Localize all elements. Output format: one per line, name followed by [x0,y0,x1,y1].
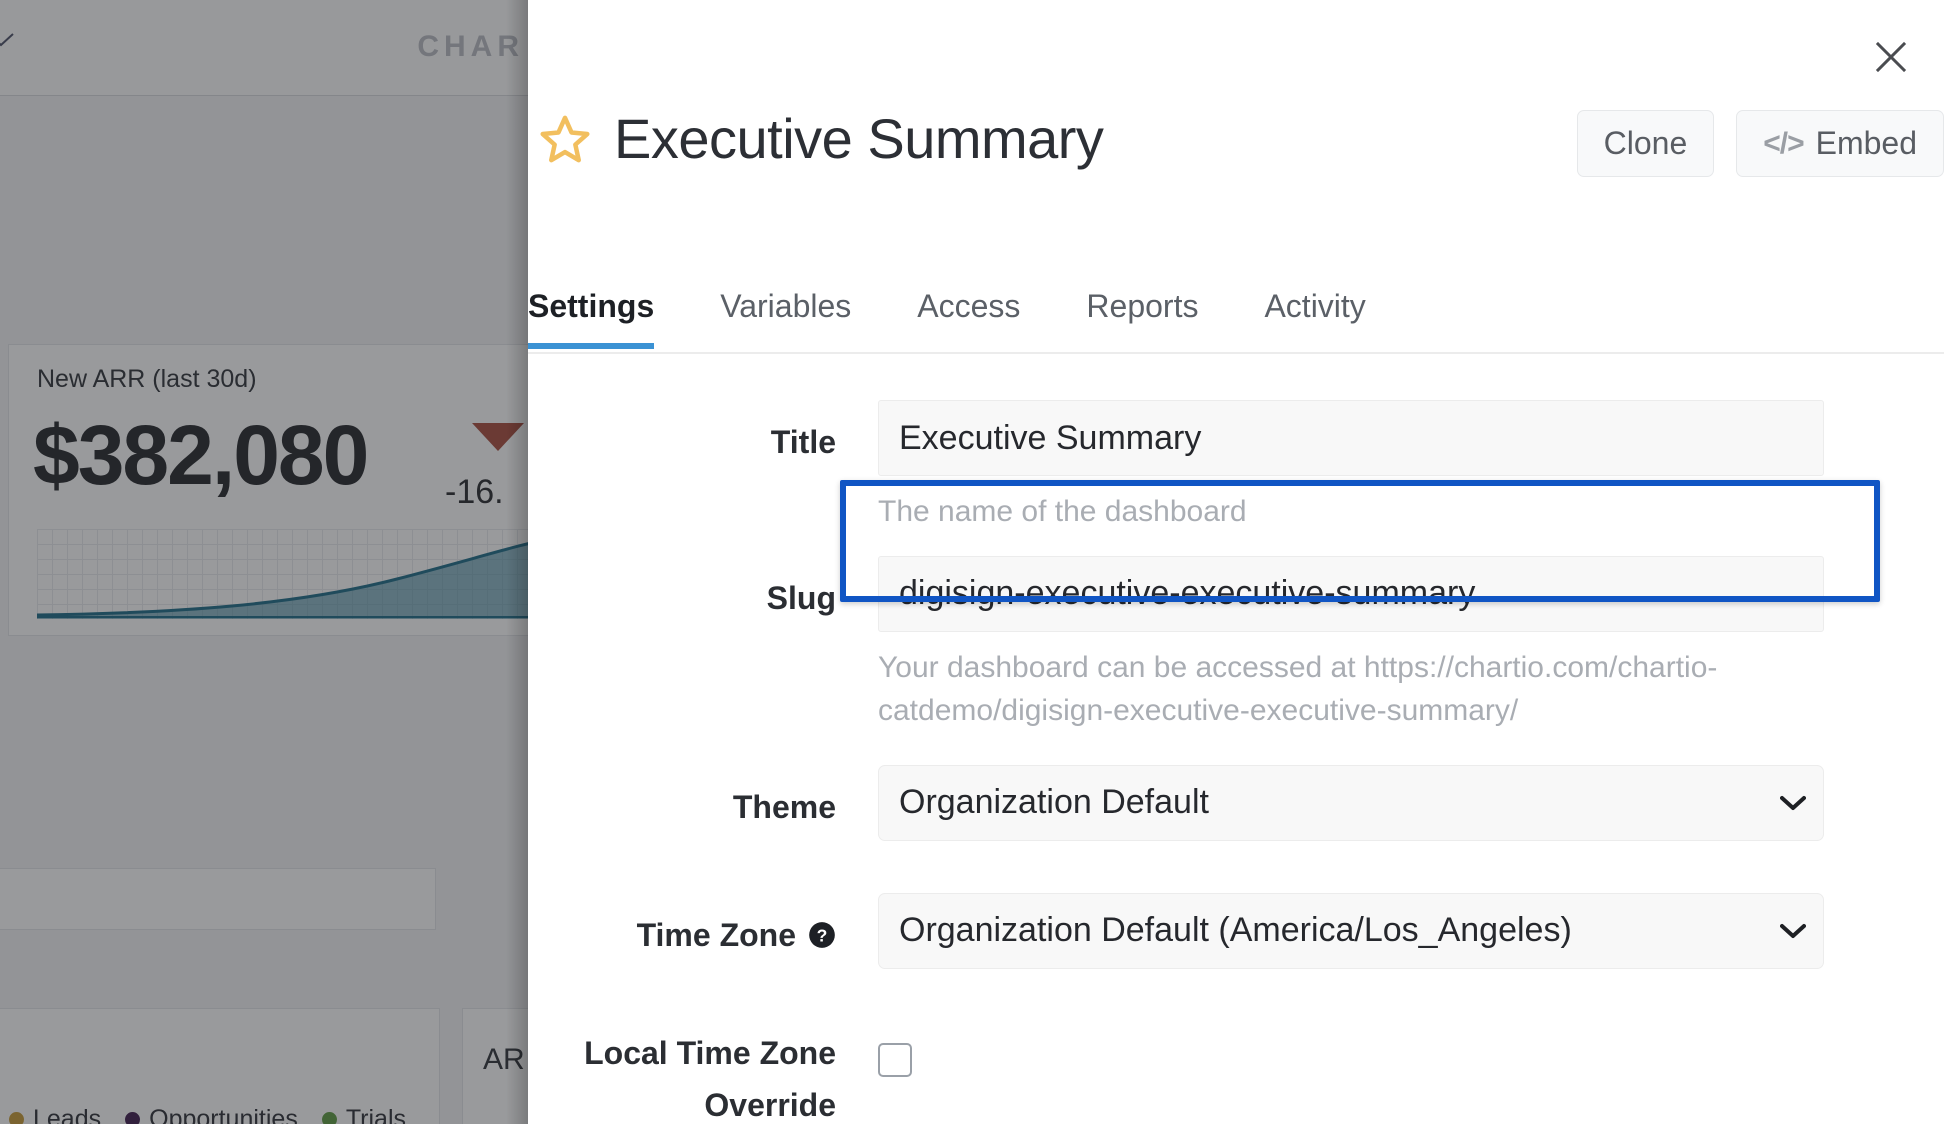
svg-text:?: ? [817,925,828,945]
theme-field-control: Organization Default [878,764,1944,841]
tab-activity[interactable]: Activity [1264,282,1365,347]
time-zone-field-control: Organization Default (America/Los_Angele… [878,892,1944,969]
tab-reports[interactable]: Reports [1086,282,1198,347]
modal-backdrop[interactable] [0,0,532,1124]
slug-input[interactable] [878,555,1824,632]
settings-tabs: Settings Variables Access Reports Activi… [528,282,1944,354]
time-zone-field-label: Time Zone ? [528,893,878,955]
tab-settings[interactable]: Settings [528,282,655,349]
title-input[interactable] [878,400,1824,476]
tab-access[interactable]: Access [917,282,1020,347]
theme-select[interactable]: Organization Default [878,764,1824,841]
help-circle-icon[interactable]: ? [808,921,836,949]
theme-select-value: Organization Default [899,783,1209,821]
field-row-title: Title The name of the dashboard [528,400,1944,534]
clone-button[interactable]: Clone [1576,110,1715,177]
panel-shadow [506,0,530,1124]
time-zone-select[interactable]: Organization Default (America/Los_Angele… [878,892,1824,969]
local-tz-override-label-line2: Override [704,1086,836,1123]
local-tz-override-checkbox[interactable] [878,1042,912,1077]
local-tz-override-control [878,1021,1944,1077]
clone-button-label: Clone [1603,125,1688,161]
settings-form: Title The name of the dashboard Slug You… [528,400,1944,1124]
field-row-local-tz-override: Local Time Zone Override [528,1021,1944,1124]
time-zone-label-text: Time Zone [636,916,796,953]
panel-title-wrap: Executive Summary [538,106,1104,171]
theme-field-label: Theme [732,788,836,825]
header-actions: Clone </> Embed [1576,110,1944,177]
background-dashboard: CHAR New ARR (last 30d) $382,080 -16. Le… [0,0,532,1124]
close-icon[interactable] [1860,26,1922,88]
field-row-slug: Slug Your dashboard can be accessed at h… [528,555,1944,733]
slug-field-control: Your dashboard can be accessed at https:… [878,555,1944,733]
title-field-control: The name of the dashboard [878,400,1944,534]
time-zone-select-wrap: Organization Default (America/Los_Angele… [878,892,1824,969]
local-tz-override-label: Local Time Zone Override [528,1021,878,1124]
slug-helper-text: Your dashboard can be accessed at https:… [878,650,1718,728]
theme-select-wrap: Organization Default [878,764,1824,841]
title-helper-text: The name of the dashboard [878,495,1247,528]
embed-button-label: Embed [1815,125,1917,161]
time-zone-select-value: Organization Default (America/Los_Angele… [899,911,1572,949]
code-icon: </> [1763,126,1804,160]
slug-field-label: Slug [766,579,836,616]
star-icon[interactable] [538,112,592,166]
title-field-label: Title [770,424,836,460]
page-title: Executive Summary [614,107,1104,170]
panel-header: Executive Summary Clone </> Embed [528,96,1944,216]
field-row-theme: Theme Organization Default [528,764,1944,841]
field-row-time-zone: Time Zone ? Organization Default (Americ… [528,892,1944,969]
screen-root: CHAR New ARR (last 30d) $382,080 -16. Le… [0,0,1944,1124]
embed-button[interactable]: </> Embed [1736,110,1944,177]
dashboard-settings-panel: Executive Summary Clone </> Embed Settin… [528,0,1944,1124]
tab-variables[interactable]: Variables [720,282,851,347]
local-tz-override-label-line1: Local Time Zone [584,1034,836,1071]
